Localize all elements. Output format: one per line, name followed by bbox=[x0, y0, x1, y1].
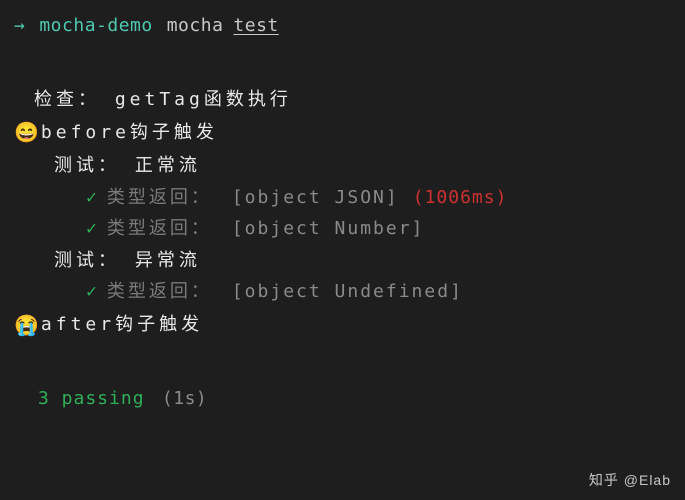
cry-emoji-icon: 😭 bbox=[14, 308, 39, 343]
prompt-line[interactable]: → mocha-demo mocha test bbox=[14, 10, 671, 42]
after-hook-text: after钩子触发 bbox=[41, 309, 203, 341]
test-value: [object Number] bbox=[232, 213, 425, 245]
summary: 3 passing (1s) bbox=[38, 383, 671, 415]
test-value: [object JSON] bbox=[232, 182, 399, 214]
test-label: 类型返回： bbox=[107, 182, 212, 214]
test-label: 类型返回： bbox=[107, 213, 212, 245]
watermark: 知乎 @Elab bbox=[589, 470, 671, 490]
test-timing: (1006ms) bbox=[413, 182, 508, 214]
prompt-command: mocha bbox=[167, 10, 224, 42]
check-icon: ✓ bbox=[86, 182, 97, 214]
suite-root: 检查： getTag函数执行 bbox=[34, 84, 671, 116]
prompt-arrow-icon: → bbox=[14, 10, 25, 42]
test-value: [object Undefined] bbox=[232, 276, 463, 308]
before-hook-text: before钩子触发 bbox=[41, 117, 218, 149]
after-hook: 😭 after钩子触发 bbox=[14, 308, 671, 343]
check-icon: ✓ bbox=[86, 213, 97, 245]
test-row: ✓ 类型返回： [object Number] bbox=[86, 213, 671, 245]
summary-duration: (1s) bbox=[162, 388, 207, 409]
sub-suite-exception: 测试： 异常流 bbox=[54, 245, 671, 277]
before-hook: 😄 before钩子触发 bbox=[14, 115, 671, 150]
passing-count: 3 passing bbox=[38, 388, 145, 409]
check-icon: ✓ bbox=[86, 276, 97, 308]
test-label: 类型返回： bbox=[107, 276, 212, 308]
smile-emoji-icon: 😄 bbox=[14, 115, 39, 150]
test-row: ✓ 类型返回： [object JSON] (1006ms) bbox=[86, 182, 671, 214]
prompt-arg: test bbox=[233, 10, 278, 42]
sub-suite-normal: 测试： 正常流 bbox=[54, 150, 671, 182]
test-row: ✓ 类型返回： [object Undefined] bbox=[86, 276, 671, 308]
prompt-cwd: mocha-demo bbox=[39, 10, 152, 42]
terminal: → mocha-demo mocha test 检查： getTag函数执行 😄… bbox=[0, 0, 685, 424]
